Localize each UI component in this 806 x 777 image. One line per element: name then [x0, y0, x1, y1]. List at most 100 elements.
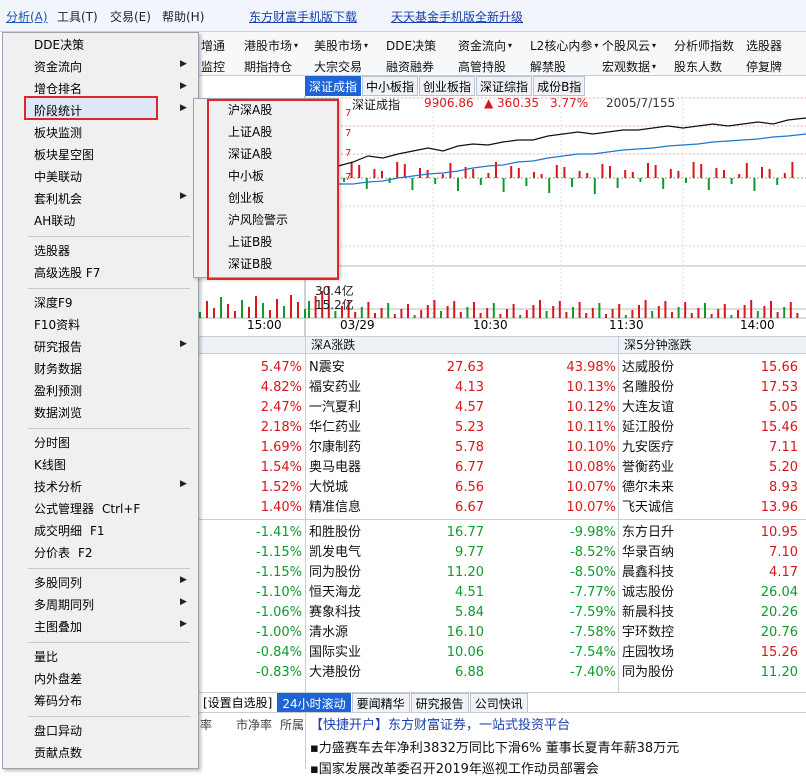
menu-item-6-0[interactable]: 盘口异动 [34, 722, 82, 739]
fast-stock-name-3[interactable]: 延江股份 [622, 418, 674, 438]
menu-item-2-1[interactable]: F10资料 [34, 316, 80, 333]
toolbar-btn-8[interactable]: 选股器 [746, 37, 782, 54]
fast-stock-name-1[interactable]: 名雕股份 [622, 378, 674, 398]
fast-stock-name-15[interactable]: 同为股份 [622, 663, 674, 683]
menu-item-2-5[interactable]: 数据浏览 [34, 404, 82, 421]
toolbar-btn-row2-5[interactable]: 解禁股 [530, 58, 566, 75]
fast-stock-name-2[interactable]: 大连友谊 [622, 398, 674, 418]
stock-name-0[interactable]: N震安 [309, 358, 345, 378]
fast-stock-name-4[interactable]: 九安医疗 [622, 438, 674, 458]
fast-stock-name-13[interactable]: 宇环数控 [622, 623, 674, 643]
index-tab-3[interactable]: 创业板指 [419, 76, 476, 96]
fast-stock-name-14[interactable]: 庄园牧场 [622, 643, 674, 663]
menu-trade[interactable]: 交易(E) [110, 8, 151, 25]
submenu-item-4[interactable]: 中小板 [228, 167, 264, 184]
menu-item-0-2[interactable]: 增仓排名 [34, 80, 82, 97]
toolbar-left-2[interactable]: 监控 [201, 58, 225, 75]
menu-tools[interactable]: 工具(T) [57, 8, 98, 25]
link-fund-app[interactable]: 天天基金手机版全新升级 [391, 8, 523, 25]
stock-name-8[interactable]: 和胜股份 [309, 523, 361, 543]
fast-stock-name-0[interactable]: 达威股份 [622, 358, 674, 378]
menu-item-4-0[interactable]: 多股同列 [34, 574, 82, 591]
news-tab-2[interactable]: 24小时滚动 [277, 693, 351, 713]
stock-name-7[interactable]: 精准信息 [309, 498, 361, 518]
fast-stock-name-10[interactable]: 晨鑫科技 [622, 563, 674, 583]
index-tab-1[interactable]: 深证成指 [305, 76, 362, 96]
toolbar-left-1[interactable]: 增通 [201, 37, 225, 54]
toolbar-btn-row2-7[interactable]: 股东人数 [674, 58, 722, 75]
stock-name-15[interactable]: 大港股份 [309, 663, 361, 683]
index-tab-2[interactable]: 中小板指 [362, 76, 419, 96]
submenu-item-5[interactable]: 创业板 [228, 189, 264, 206]
stock-name-10[interactable]: 同为股份 [309, 563, 361, 583]
menu-item-2-3[interactable]: 财务数据 [34, 360, 82, 377]
menu-item-4-2[interactable]: 主图叠加 [34, 618, 82, 635]
menu-item-3-4[interactable]: 成交明细 F1 [34, 522, 105, 539]
fast-stock-name-8[interactable]: 东方日升 [622, 523, 674, 543]
submenu-item-2[interactable]: 上证A股 [228, 123, 272, 140]
menu-item-3-2[interactable]: 技术分析 [34, 478, 82, 495]
menu-item-1-0[interactable]: 选股器 [34, 242, 70, 259]
submenu-item-1[interactable]: 沪深A股 [228, 101, 272, 118]
menu-item-0-4[interactable]: 板块监测 [34, 124, 82, 141]
menu-item-5-2[interactable]: 筹码分布 [34, 692, 82, 709]
toolbar-btn-row2-3[interactable]: 融资融券 [386, 58, 434, 75]
toolbar-btn-3[interactable]: DDE决策 [386, 37, 436, 54]
news-headline-1[interactable]: ▪力盛赛车去年净利3832万同比下滑6% 董事长夏青年薪38万元 [310, 737, 679, 756]
toolbar-btn-row2-1[interactable]: 期指持仓 [244, 58, 292, 75]
submenu-item-6[interactable]: 沪风险警示 [228, 211, 288, 228]
toolbar-btn-2[interactable]: 美股市场 ▾ [314, 37, 368, 54]
toolbar-btn-row2-4[interactable]: 高管持股 [458, 58, 506, 75]
news-tab-5[interactable]: 公司快讯 [469, 693, 528, 713]
stock-name-4[interactable]: 尔康制药 [309, 438, 361, 458]
menu-item-4-1[interactable]: 多周期同列 [34, 596, 94, 613]
stock-name-13[interactable]: 清水源 [309, 623, 348, 643]
menu-item-0-3[interactable]: 阶段统计 [34, 102, 82, 119]
submenu-item-8[interactable]: 深证B股 [228, 255, 272, 272]
toolbar-btn-4[interactable]: 资金流向 ▾ [458, 37, 512, 54]
toolbar-btn-row2-2[interactable]: 大宗交易 [314, 58, 362, 75]
menu-analysis[interactable]: 分析(A) [6, 8, 48, 25]
menu-item-5-0[interactable]: 量比 [34, 648, 58, 665]
menu-item-3-5[interactable]: 分价表 F2 [34, 544, 93, 561]
fast-stock-name-12[interactable]: 新晨科技 [622, 603, 674, 623]
news-tab-3[interactable]: 要闻精华 [351, 693, 410, 713]
stock-name-5[interactable]: 奥马电器 [309, 458, 361, 478]
news-headline-2[interactable]: ▪国家发展改革委召开2019年巡视工作动员部署会 [310, 758, 599, 777]
news-tab-4[interactable]: 研究报告 [410, 693, 469, 713]
toolbar-btn-6[interactable]: 个股风云 ▾ [602, 37, 656, 54]
menu-item-0-5[interactable]: 板块星空图 [34, 146, 94, 163]
menu-item-0-8[interactable]: AH联动 [34, 212, 75, 229]
menu-item-1-1[interactable]: 高级选股 F7 [34, 264, 100, 281]
fast-stock-name-7[interactable]: 飞天诚信 [622, 498, 674, 518]
menu-item-0-7[interactable]: 套利机会 [34, 190, 82, 207]
submenu-item-7[interactable]: 上证B股 [228, 233, 272, 250]
stock-name-1[interactable]: 福安药业 [309, 378, 361, 398]
fast-stock-name-5[interactable]: 誉衡药业 [622, 458, 674, 478]
stock-name-14[interactable]: 国际实业 [309, 643, 361, 663]
toolbar-btn-row2-6[interactable]: 宏观数据 ▾ [602, 58, 656, 75]
submenu-item-3[interactable]: 深证A股 [228, 145, 272, 162]
news-tab-1[interactable]: [设置自选股] [199, 693, 276, 713]
stock-name-6[interactable]: 大悦城 [309, 478, 348, 498]
fast-stock-name-11[interactable]: 诚志股份 [622, 583, 674, 603]
toolbar-btn-1[interactable]: 港股市场 ▾ [244, 37, 298, 54]
stock-name-2[interactable]: 一汽夏利 [309, 398, 361, 418]
menu-item-6-1[interactable]: 贡献点数 [34, 744, 82, 761]
index-tab-5[interactable]: 成份B指 [533, 76, 586, 96]
menu-item-0-0[interactable]: DDE决策 [34, 36, 84, 53]
toolbar-btn-row2-8[interactable]: 停复牌 [746, 58, 782, 75]
menu-item-3-0[interactable]: 分时图 [34, 434, 70, 451]
toolbar-btn-7[interactable]: 分析师指数 [674, 37, 734, 54]
menu-item-2-2[interactable]: 研究报告 [34, 338, 82, 355]
news-headline-0[interactable]: 【快捷开户】东方财富证券，一站式投资平台 [310, 714, 570, 733]
menu-item-0-6[interactable]: 中美联动 [34, 168, 82, 185]
menu-item-3-1[interactable]: K线图 [34, 456, 66, 473]
stock-name-3[interactable]: 华仁药业 [309, 418, 361, 438]
index-tab-4[interactable]: 深证综指 [476, 76, 533, 96]
menu-item-5-1[interactable]: 内外盘差 [34, 670, 82, 687]
menu-help[interactable]: 帮助(H) [162, 8, 204, 25]
stock-name-12[interactable]: 赛象科技 [309, 603, 361, 623]
menu-item-2-4[interactable]: 盈利预测 [34, 382, 82, 399]
menu-item-0-1[interactable]: 资金流向 [34, 58, 82, 75]
